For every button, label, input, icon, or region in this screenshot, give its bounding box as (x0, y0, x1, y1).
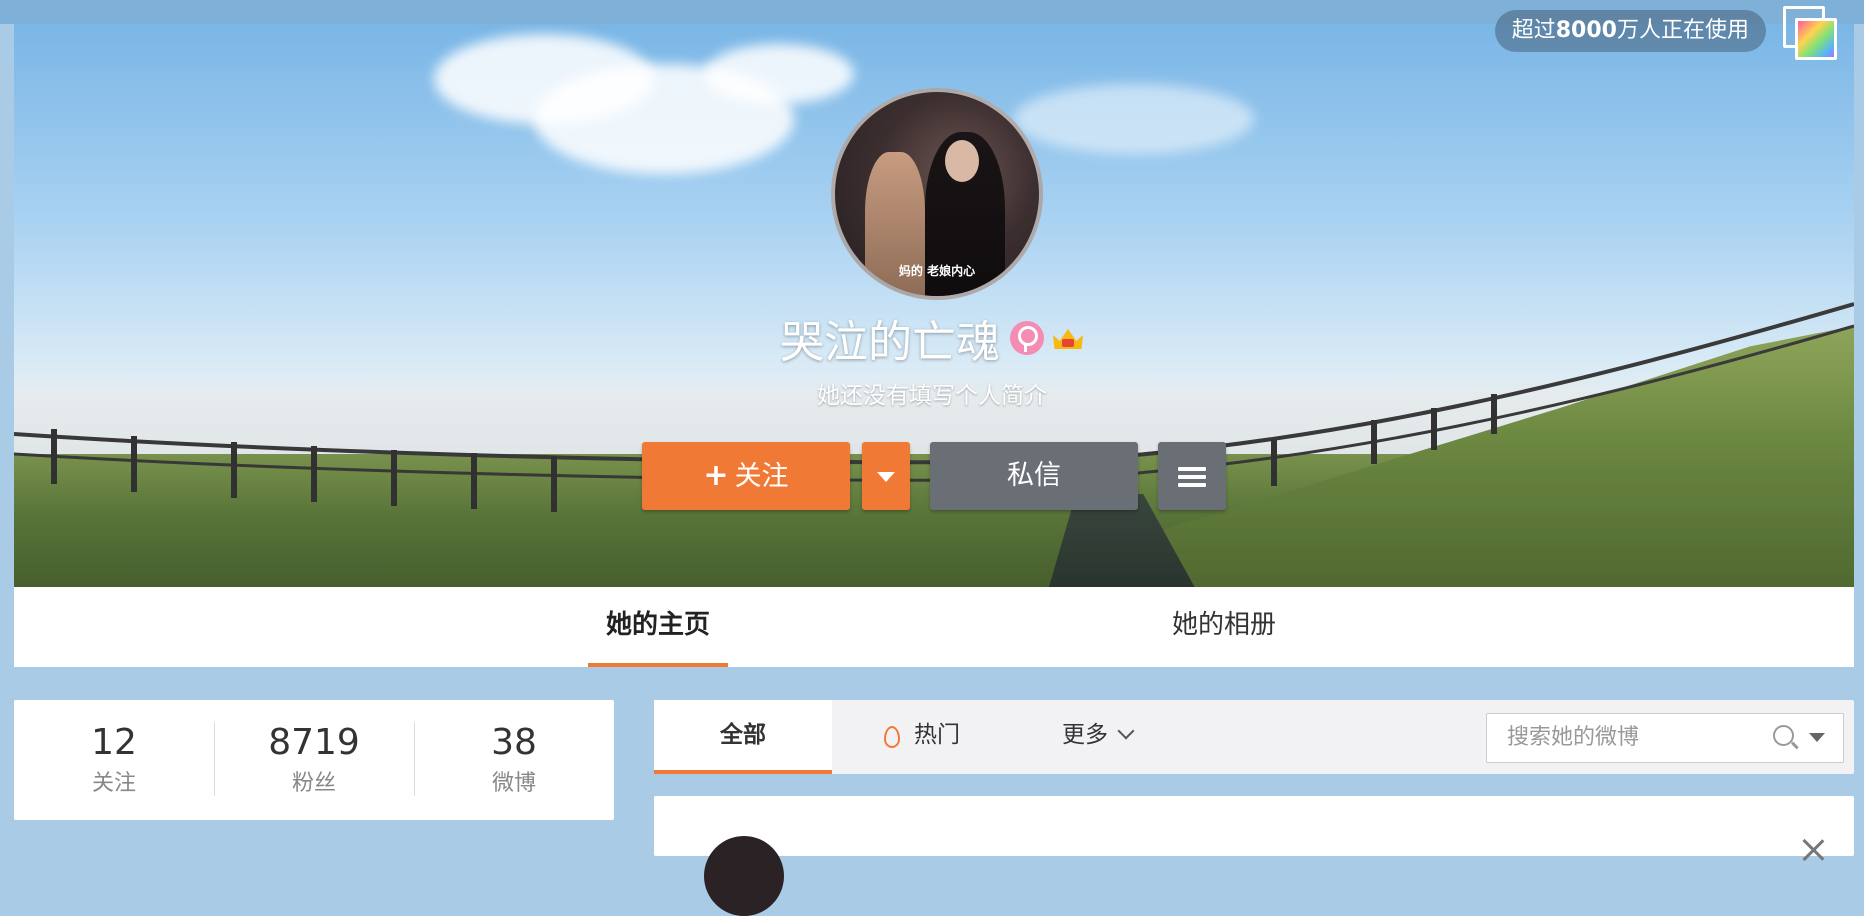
more-menu-button[interactable] (1158, 442, 1226, 510)
message-button[interactable]: 私信 (930, 442, 1138, 510)
follow-dropdown-button[interactable] (862, 442, 910, 510)
users-badge-prefix: 超过 (1511, 18, 1556, 43)
caret-down-icon (877, 471, 895, 482)
follow-button[interactable]: + 关注 (642, 442, 850, 510)
profile-tabbar: 她的主页 她的相册 (14, 587, 1854, 667)
caret-down-icon[interactable] (1809, 733, 1825, 742)
users-badge-suffix: 万人正在使用 (1616, 18, 1749, 43)
hamburger-icon (1178, 463, 1206, 491)
female-icon (1010, 321, 1044, 355)
stat-posts[interactable]: 38 微博 (414, 700, 614, 820)
feed-tab-all[interactable]: 全部 (654, 700, 832, 774)
tab-home[interactable]: 她的主页 (588, 587, 728, 667)
stat-value: 12 (91, 722, 137, 763)
skin-icon[interactable] (1783, 6, 1837, 60)
profile-name: 哭泣的亡魂 (780, 317, 1000, 368)
fire-icon (882, 724, 900, 748)
feed-tab-more[interactable]: 更多 (1062, 700, 1135, 774)
feed-tab-more-label: 更多 (1062, 722, 1108, 748)
skin-icon-front (1795, 18, 1837, 60)
avatar[interactable] (704, 836, 784, 916)
stats-panel: 12 关注 8719 粉丝 38 微博 (14, 700, 614, 820)
stat-label: 微博 (491, 771, 536, 796)
profile-intro: 她还没有填写个人简介 (817, 383, 1047, 409)
plus-icon: + (703, 458, 729, 493)
feed-card (654, 796, 1854, 916)
avatar-caption: 妈的 老娘内心 (898, 264, 976, 278)
chevron-down-icon (1117, 722, 1135, 739)
users-count-badge: 超过8000万人正在使用 (1494, 10, 1766, 52)
stat-value: 38 (491, 722, 537, 763)
avatar[interactable]: 妈的 老娘内心 (831, 88, 1043, 300)
avatar-face (945, 140, 979, 182)
close-icon[interactable] (1802, 838, 1824, 860)
feed-tab-hot[interactable]: 热门 (882, 700, 960, 774)
stat-label: 粉丝 (291, 771, 336, 796)
search-icon[interactable] (1773, 725, 1795, 747)
stat-value: 8719 (268, 722, 360, 763)
feed-filter-bar: 全部 热门 更多 搜索她的微博 (654, 700, 1854, 774)
stat-following[interactable]: 12 关注 (14, 700, 214, 820)
feed-search-input[interactable]: 搜索她的微博 (1486, 713, 1844, 763)
tab-album[interactable]: 她的相册 (1144, 587, 1304, 667)
crown-icon[interactable] (1052, 325, 1084, 351)
feed-tab-hot-label: 热门 (914, 722, 960, 748)
profile-name-row: 哭泣的亡魂 (0, 306, 1864, 370)
follow-label: 关注 (734, 461, 789, 492)
stat-followers[interactable]: 8719 粉丝 (214, 700, 414, 820)
stat-label: 关注 (91, 771, 136, 796)
users-badge-count: 8000 (1555, 18, 1617, 43)
search-placeholder: 搜索她的微博 (1507, 725, 1640, 750)
